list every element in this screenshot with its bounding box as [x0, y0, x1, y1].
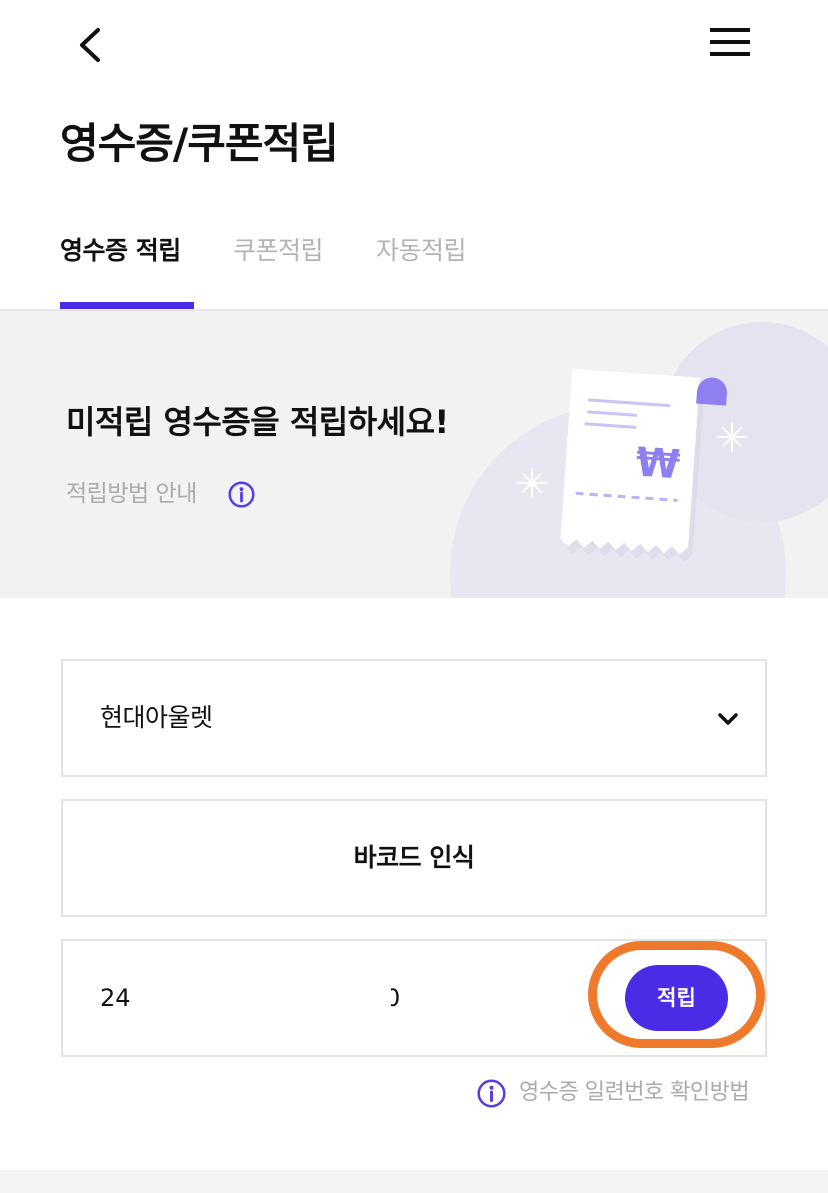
chevron-left-icon	[80, 28, 100, 62]
menu-bar	[710, 52, 750, 56]
page-title: 영수증/쿠폰적립	[60, 119, 339, 168]
won-sign: ₩	[634, 439, 681, 488]
tab-auto[interactable]: 자동적립	[376, 230, 467, 272]
info-icon	[477, 1079, 506, 1108]
help-info-button[interactable]	[477, 1079, 506, 1108]
chevron-down-icon	[718, 713, 738, 725]
serial-number-help-link[interactable]: 영수증 일련번호 확인방법	[519, 1076, 750, 1110]
info-icon	[228, 481, 255, 508]
tab-coupon[interactable]: 쿠폰적립	[233, 230, 324, 272]
menu-bar	[710, 40, 750, 44]
redaction-block	[133, 975, 391, 1021]
banner-heading: 미적립 영수증을 적립하세요!	[66, 403, 449, 441]
page: { "header": { "back_icon": "chevron-left…	[0, 0, 828, 1193]
menu-button[interactable]	[708, 26, 752, 58]
store-select-value: 현대아울렛	[100, 703, 213, 732]
guide-link[interactable]: 적립방법 안내	[66, 477, 197, 511]
barcode-scan-button[interactable]: 바코드 인식	[61, 799, 767, 917]
promo-banner: ₩ 미적립 영수증을 적립하세요! 적립방법 안내	[0, 311, 828, 598]
active-tab-indicator	[60, 302, 194, 309]
receipt-illustration: ₩	[450, 322, 828, 598]
guide-info-button[interactable]	[228, 481, 255, 508]
bottom-divider	[0, 1170, 828, 1193]
earn-points-button[interactable]: 적립	[625, 965, 728, 1031]
back-button[interactable]	[72, 25, 108, 65]
menu-bar	[710, 28, 750, 32]
store-select[interactable]: 현대아울렛	[61, 659, 767, 777]
tab-receipt[interactable]: 영수증 적립	[60, 230, 181, 272]
